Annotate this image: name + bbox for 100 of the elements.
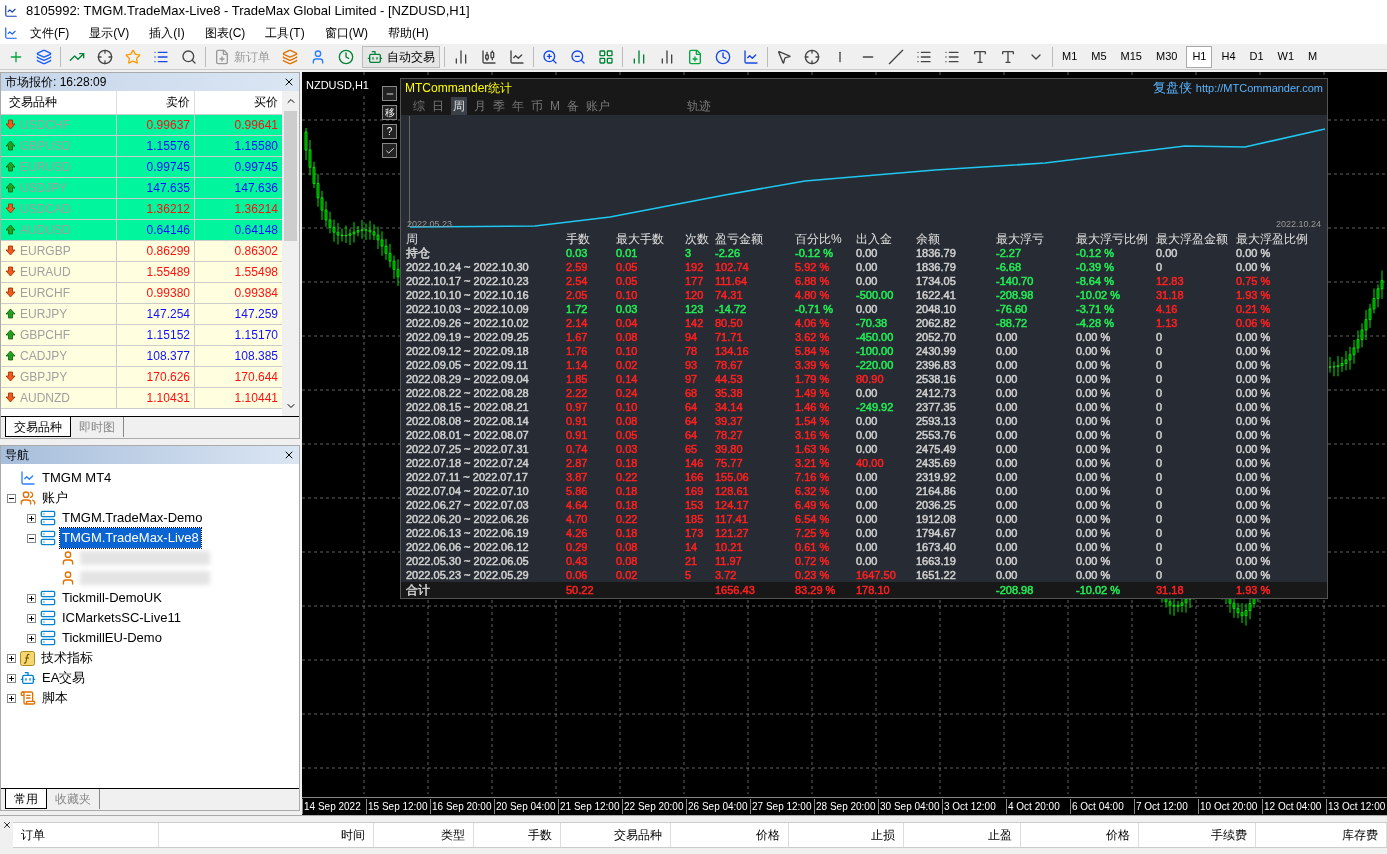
timeframe-button[interactable]: D1: [1244, 45, 1269, 68]
tree-item[interactable]: TMGM MT4: [40, 468, 114, 488]
expand-icon[interactable]: [7, 693, 16, 703]
expand-icon[interactable]: [27, 633, 36, 643]
text-icon[interactable]: [972, 48, 988, 65]
line-chart-icon[interactable]: [743, 48, 759, 65]
timeframe-button[interactable]: M5: [1086, 45, 1112, 68]
column-header[interactable]: 手续费: [1139, 823, 1256, 847]
column-header[interactable]: 价格: [671, 823, 789, 847]
menu-item[interactable]: 图表(C): [196, 24, 254, 42]
line-chart-icon[interactable]: [509, 48, 525, 65]
column-header[interactable]: 库存费: [1256, 823, 1387, 847]
panel-tab[interactable]: 交易品种: [5, 417, 71, 437]
close-icon[interactable]: [1, 820, 12, 830]
quote-row[interactable]: GBPUSD 1.15576 1.15580: [1, 135, 282, 157]
expand-icon[interactable]: [7, 673, 16, 683]
stats-tab[interactable]: 周: [451, 97, 467, 115]
crosshair-icon[interactable]: [804, 48, 820, 65]
stats-tab[interactable]: 币: [531, 97, 543, 115]
timeframe-button[interactable]: W1: [1272, 45, 1300, 68]
crosshair-icon[interactable]: [97, 48, 113, 65]
column-header[interactable]: 时间: [159, 823, 374, 847]
quote-row[interactable]: AUDUSD 0.64146 0.64148: [1, 219, 282, 241]
timeframe-button[interactable]: M30: [1150, 45, 1183, 68]
quote-row[interactable]: EURJPY 147.254 147.259: [1, 303, 282, 325]
tree-item[interactable]: TMGM.TradeMax-Demo: [60, 508, 205, 528]
stats-tab[interactable]: 综: [413, 97, 425, 115]
cursor-icon[interactable]: [776, 48, 792, 65]
menu-item[interactable]: 工具(T): [257, 24, 313, 42]
quote-row[interactable]: GBPCHF 1.15152 1.15170: [1, 324, 282, 346]
stats-tab[interactable]: 账户: [586, 97, 610, 115]
menu-item[interactable]: 显示(V): [81, 24, 138, 42]
quote-row[interactable]: EURUSD 0.99745 0.99745: [1, 156, 282, 178]
column-header[interactable]: 交易品种: [561, 823, 671, 847]
quote-row[interactable]: USDJPY 147.635 147.636: [1, 177, 282, 199]
stats-tab[interactable]: 备: [567, 97, 579, 115]
clock-icon[interactable]: [338, 48, 354, 65]
bar-chart-icon[interactable]: [631, 48, 647, 65]
text-label-icon[interactable]: [1000, 48, 1016, 65]
quote-row[interactable]: EURCHF 0.99380 0.99384: [1, 282, 282, 304]
stats-tab[interactable]: 季: [493, 97, 505, 115]
menu-item[interactable]: 插入(I): [141, 24, 193, 42]
stats-tab[interactable]: 月: [474, 97, 486, 115]
collapse-icon[interactable]: [27, 533, 36, 543]
minimize-icon[interactable]: [382, 86, 397, 101]
star-icon[interactable]: [125, 48, 141, 65]
candlestick-icon[interactable]: [481, 48, 497, 65]
tree-item[interactable]: 技术指标: [39, 648, 95, 668]
check-icon[interactable]: [382, 143, 397, 158]
column-header[interactable]: 价格: [1021, 823, 1139, 847]
tree-item[interactable]: Tickmill-DemoUK: [60, 588, 164, 608]
timeframe-button[interactable]: M1: [1057, 45, 1083, 68]
column-header[interactable]: 止盈: [904, 823, 1021, 847]
column-header[interactable]: 订单: [13, 823, 159, 847]
website-link[interactable]: http://MTCommander.com: [1195, 79, 1323, 97]
tree-item[interactable]: 脚本: [40, 688, 70, 708]
column-header[interactable]: 类型: [374, 823, 474, 847]
search-icon[interactable]: [181, 48, 197, 65]
bar-chart-icon[interactable]: [453, 48, 469, 65]
column-header[interactable]: 止损: [789, 823, 904, 847]
close-icon[interactable]: [283, 76, 295, 88]
tree-item[interactable]: 账户: [40, 488, 70, 508]
tree-item[interactable]: EA交易: [40, 668, 88, 688]
column-header[interactable]: 交易品种: [1, 91, 117, 114]
expand-icon[interactable]: [27, 613, 36, 623]
auto-trading-button[interactable]: 自动交易: [362, 45, 440, 68]
panel-side-button[interactable]: ?: [382, 124, 397, 139]
expand-icon[interactable]: [7, 653, 16, 663]
stats-tab[interactable]: 年: [512, 97, 524, 115]
expand-icon[interactable]: [27, 513, 36, 523]
column-header[interactable]: 买价: [195, 91, 282, 114]
tree-item[interactable]: TMGM.TradeMax-Live8: [60, 528, 201, 548]
zoom-out-icon[interactable]: [570, 48, 586, 65]
bar-chart-icon[interactable]: [659, 48, 675, 65]
clock-icon[interactable]: [715, 48, 731, 65]
timeframe-button[interactable]: H1: [1186, 45, 1213, 68]
user-icon[interactable]: [310, 48, 326, 65]
scrollbar[interactable]: [282, 91, 299, 416]
panel-side-button[interactable]: 移: [382, 105, 397, 120]
close-icon[interactable]: [283, 449, 295, 461]
stats-tab[interactable]: M: [550, 97, 560, 115]
column-header[interactable]: 卖价: [117, 91, 195, 114]
collapse-icon[interactable]: [7, 493, 16, 503]
layers-icon[interactable]: [282, 48, 298, 65]
timeframe-button[interactable]: H4: [1216, 45, 1241, 68]
tree-item[interactable]: ICMarketsSC-Live11: [60, 608, 183, 628]
zoom-in-icon[interactable]: [542, 48, 558, 65]
document-plus-icon[interactable]: [687, 48, 703, 65]
tree-item[interactable]: TickmillEU-Demo: [60, 628, 164, 648]
quote-row[interactable]: EURAUD 1.55489 1.55498: [1, 261, 282, 283]
timeframe-button[interactable]: M: [1303, 45, 1323, 68]
layers-icon[interactable]: [36, 48, 52, 65]
quote-row[interactable]: CADJPY 108.377 108.385: [1, 345, 282, 367]
grid-icon[interactable]: [598, 48, 614, 65]
expand-icon[interactable]: [27, 593, 36, 603]
menu-item[interactable]: 窗口(W): [316, 24, 376, 42]
timeframe-button[interactable]: M15: [1115, 45, 1147, 68]
quote-row[interactable]: AUDNZD 1.10431 1.10441: [1, 387, 282, 409]
column-header[interactable]: 手数: [474, 823, 561, 847]
menu-item[interactable]: 帮助(H): [380, 24, 437, 42]
